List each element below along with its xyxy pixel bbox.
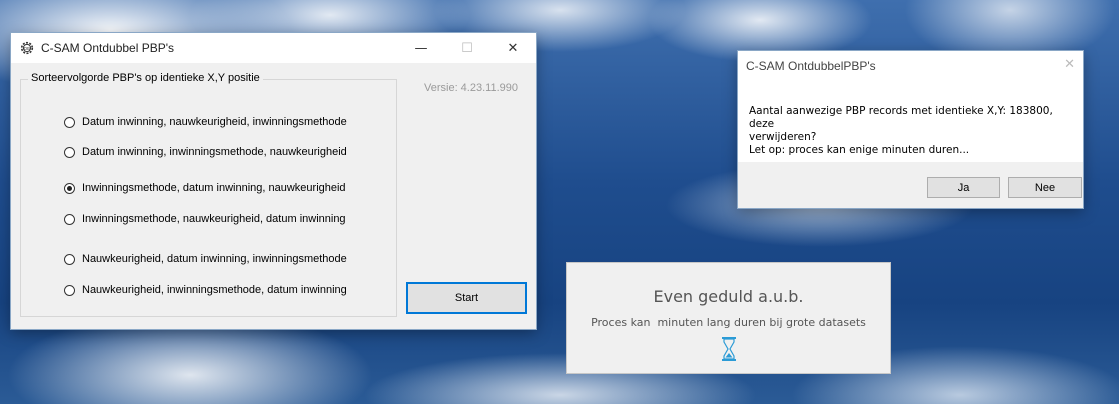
main-window-title: C-SAM Ontdubbel PBP's xyxy=(41,41,175,55)
radio-button[interactable] xyxy=(64,213,75,225)
dialog-title: C-SAM OntdubbelPBP's xyxy=(746,59,876,73)
dialog-titlebar[interactable]: C-SAM OntdubbelPBP's ✕ xyxy=(738,51,1083,81)
hourglass-icon xyxy=(722,337,736,361)
main-window: DB C-SAM Ontdubbel PBP's — ☐ ✕ Sorteervo… xyxy=(11,33,536,329)
confirm-dialog: C-SAM OntdubbelPBP's ✕ Aantal aanwezige … xyxy=(738,51,1083,208)
option-4[interactable]: Nauwkeurigheid, datum inwinning, inwinni… xyxy=(64,253,347,265)
minimize-button[interactable]: — xyxy=(398,33,444,63)
option-3[interactable]: Inwinningsmethode, nauwkeurigheid, datum… xyxy=(64,213,346,225)
radio-button[interactable] xyxy=(64,182,75,194)
option-2[interactable]: Inwinningsmethode, datum inwinning, nauw… xyxy=(64,182,346,194)
radio-button[interactable] xyxy=(64,284,75,296)
wait-panel: Even geduld a.u.b. Proces kan minuten la… xyxy=(567,263,890,373)
option-0[interactable]: Datum inwinning, nauwkeurigheid, inwinni… xyxy=(64,116,347,128)
radio-button[interactable] xyxy=(64,116,75,128)
main-titlebar[interactable]: DB C-SAM Ontdubbel PBP's — ☐ ✕ xyxy=(11,33,536,63)
option-1[interactable]: Datum inwinning, inwinningsmethode, nauw… xyxy=(64,146,347,158)
wait-subtitle: Proces kan minuten lang duren bij grote … xyxy=(591,316,866,329)
main-client-area: Sorteervolgorde PBP's op identieke X,Y p… xyxy=(11,63,536,329)
option-label: Inwinningsmethode, nauwkeurigheid, datum… xyxy=(82,213,346,225)
option-label: Datum inwinning, inwinningsmethode, nauw… xyxy=(82,146,347,158)
option-label: Datum inwinning, nauwkeurigheid, inwinni… xyxy=(82,116,347,128)
dialog-message-line: Let op: proces kan enige minuten duren..… xyxy=(749,144,970,156)
sort-order-groupbox: Sorteervolgorde PBP's op identieke X,Y p… xyxy=(20,72,397,317)
start-button[interactable]: Start xyxy=(406,282,527,314)
radio-button[interactable] xyxy=(64,146,75,158)
dialog-message-line: Aantal aanwezige PBP records met identie… xyxy=(749,105,1053,130)
gear-app-icon: DB xyxy=(19,40,35,56)
version-label: Versie: 4.23.11.990 xyxy=(424,82,518,94)
maximize-button[interactable]: ☐ xyxy=(444,33,490,63)
groupbox-title: Sorteervolgorde PBP's op identieke X,Y p… xyxy=(28,72,263,84)
option-5[interactable]: Nauwkeurigheid, inwinningsmethode, datum… xyxy=(64,284,347,296)
close-button[interactable]: ✕ xyxy=(490,33,536,63)
yes-button[interactable]: Ja xyxy=(927,177,1000,198)
option-label: Nauwkeurigheid, inwinningsmethode, datum… xyxy=(82,284,347,296)
dialog-footer: Ja Nee xyxy=(738,162,1083,208)
option-label: Inwinningsmethode, datum inwinning, nauw… xyxy=(82,182,346,194)
svg-text:DB: DB xyxy=(24,46,30,51)
wait-title: Even geduld a.u.b. xyxy=(653,287,804,306)
no-button[interactable]: Nee xyxy=(1008,177,1082,198)
dialog-message: Aantal aanwezige PBP records met identie… xyxy=(749,105,1069,157)
dialog-message-line: verwijderen? xyxy=(749,131,817,143)
radio-button[interactable] xyxy=(64,253,75,265)
option-label: Nauwkeurigheid, datum inwinning, inwinni… xyxy=(82,253,347,265)
dialog-close-button[interactable]: ✕ xyxy=(1064,57,1075,72)
